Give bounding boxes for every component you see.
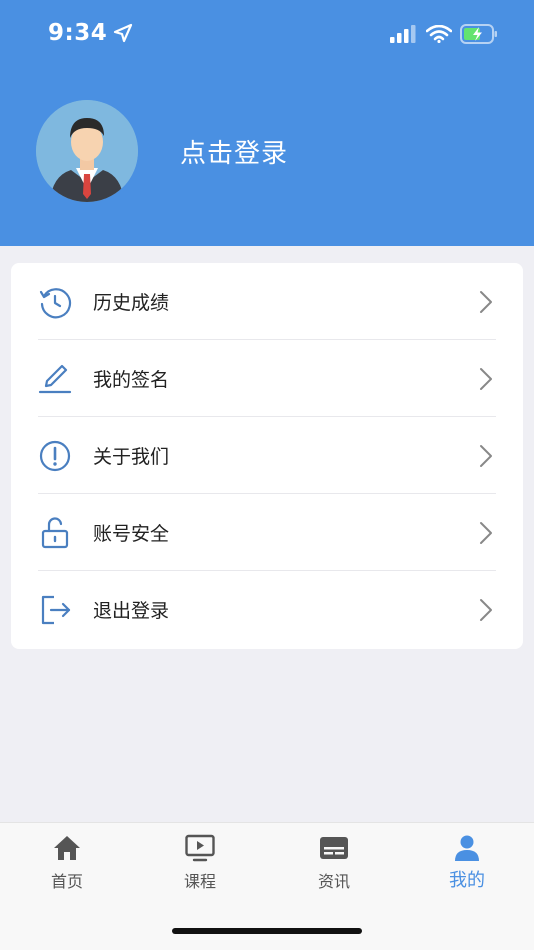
chevron-right-icon (480, 598, 492, 621)
wifi-icon (426, 25, 452, 43)
cellular-signal-icon (390, 25, 416, 43)
chevron-right-icon (480, 367, 492, 390)
menu-item-label: 我的签名 (93, 369, 170, 391)
status-bar: 9:34 (0, 0, 534, 70)
profile-header: 9:34 点击登录 (0, 0, 534, 246)
tab-label: 我的 (449, 870, 485, 891)
default-avatar-icon (36, 100, 138, 202)
avatar[interactable] (36, 100, 138, 202)
unlock-icon (38, 516, 72, 550)
home-icon (54, 836, 80, 860)
menu-item-label: 退出登录 (93, 600, 170, 622)
chevron-right-icon (480, 521, 492, 544)
tab-courses[interactable]: 课程 (150, 823, 250, 903)
location-arrow-icon (114, 23, 133, 43)
tab-label: 课程 (183, 872, 216, 891)
logout-icon (38, 593, 72, 627)
profile-login-area[interactable]: 点击登录 (36, 100, 288, 202)
menu-item-history-scores[interactable]: 历史成绩 (11, 263, 523, 340)
status-time: 9:34 (48, 20, 108, 46)
tab-news[interactable]: 资讯 (284, 823, 384, 903)
menu-item-label: 关于我们 (93, 446, 170, 468)
menu-item-label: 历史成绩 (93, 292, 170, 314)
video-icon (185, 834, 215, 862)
news-icon (320, 837, 348, 859)
home-indicator (172, 928, 362, 934)
chevron-right-icon (480, 290, 492, 313)
menu-item-account-security[interactable]: 账号安全 (11, 494, 523, 571)
tab-home[interactable]: 首页 (17, 823, 117, 903)
tab-mine[interactable]: 我的 (417, 823, 517, 903)
menu-item-logout[interactable]: 退出登录 (11, 571, 523, 648)
history-icon (38, 285, 72, 319)
pen-icon (38, 362, 72, 396)
battery-charging-icon (460, 24, 497, 44)
tab-label: 首页 (50, 872, 83, 891)
tab-label: 资讯 (317, 872, 350, 891)
person-icon (455, 835, 479, 861)
menu-item-label: 账号安全 (93, 523, 170, 545)
menu-item-my-signature[interactable]: 我的签名 (11, 340, 523, 417)
info-icon (38, 439, 72, 473)
login-prompt[interactable]: 点击登录 (180, 133, 288, 170)
menu-item-about-us[interactable]: 关于我们 (11, 417, 523, 494)
chevron-right-icon (480, 444, 492, 467)
menu-card: 历史成绩 我的签名 关于我们 账号安全 退出登录 (11, 263, 523, 649)
